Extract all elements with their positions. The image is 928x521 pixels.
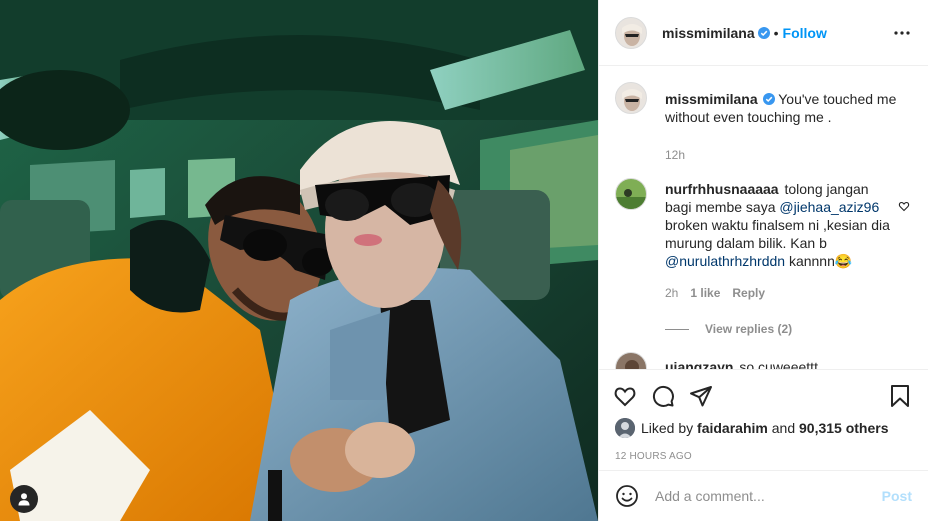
share-button[interactable] — [689, 376, 729, 416]
comment-like-icon[interactable] — [898, 200, 910, 212]
caption-time[interactable]: 12h — [665, 146, 685, 164]
user-tag-icon — [18, 493, 30, 506]
comment-button[interactable] — [651, 376, 691, 416]
follow-button[interactable]: Follow — [783, 25, 827, 41]
liker-avatar[interactable] — [615, 418, 635, 438]
post-header: missmimilana • Follow — [599, 0, 928, 66]
likes-middle: and — [771, 420, 796, 436]
avatar-image — [616, 179, 646, 209]
comment-input[interactable] — [655, 488, 882, 504]
comment-text: kannnn😂 — [788, 253, 853, 269]
commenter-username[interactable]: nurfrhhusnaaaaa — [665, 181, 779, 197]
user-tag-button[interactable] — [10, 485, 38, 513]
selfie-image — [0, 0, 598, 521]
post-photo[interactable] — [0, 0, 598, 521]
more-options-icon — [894, 30, 910, 35]
comment-item: nurfrhhusnaaaaa tolong jangan bagi membe… — [615, 164, 912, 302]
avatar-image — [616, 83, 646, 113]
emoji-icon[interactable] — [615, 484, 639, 508]
comment-item: uiangzayn so cuweeettt — [615, 336, 912, 369]
post-actions-section: Liked by faidarahim and 90,315 others 12… — [599, 369, 928, 470]
view-replies-label: View replies (2) — [705, 322, 793, 336]
mention-link[interactable]: @nurulathrhzhrddn — [665, 253, 785, 269]
more-options-button[interactable] — [890, 21, 914, 45]
comment-text: broken waktu finalsem ni ,kesian dia mur… — [665, 217, 890, 251]
post-timestamp[interactable]: 12 HOURS AGO — [615, 451, 912, 462]
commenter-avatar[interactable] — [615, 178, 647, 210]
avatar-image — [616, 17, 646, 48]
separator-dot: • — [773, 24, 779, 41]
verified-badge-icon — [762, 93, 775, 105]
save-button[interactable] — [888, 384, 912, 408]
comment-icon — [652, 385, 674, 407]
replies-divider — [665, 328, 689, 330]
add-comment-bar: Post — [599, 470, 928, 521]
comments-list[interactable]: missmimilana You've touched me without e… — [599, 66, 928, 369]
caption-username[interactable]: missmimilana — [665, 91, 758, 107]
likes-count[interactable]: 90,315 others — [799, 420, 889, 436]
comment-time[interactable]: 2h — [665, 284, 678, 302]
heart-icon — [614, 387, 636, 407]
caption: missmimilana You've touched me without e… — [615, 66, 912, 164]
commenter-username[interactable]: uiangzayn — [665, 359, 733, 369]
caption-avatar[interactable] — [615, 82, 647, 114]
author-avatar[interactable] — [615, 16, 647, 49]
likes-summary: Liked by faidarahim and 90,315 others — [615, 418, 912, 438]
bookmark-icon — [891, 385, 909, 407]
verified-badge-icon — [757, 26, 770, 39]
paper-plane-icon — [690, 386, 712, 407]
liker-username[interactable]: faidarahim — [697, 420, 768, 436]
commenter-avatar[interactable] — [615, 352, 647, 369]
avatar-image — [615, 418, 635, 438]
comment-likes[interactable]: 1 like — [690, 284, 720, 302]
post-comment-button[interactable]: Post — [882, 488, 912, 504]
likes-prefix: Liked by — [641, 420, 694, 436]
reply-button[interactable]: Reply — [732, 284, 765, 302]
comment-text: so cuweeettt — [739, 359, 818, 369]
action-bar — [613, 370, 912, 418]
author-username[interactable]: missmimilana — [662, 25, 755, 41]
post-side-panel: missmimilana • Follow missmimilana You'v… — [598, 0, 928, 521]
like-button[interactable] — [613, 376, 653, 416]
mention-link[interactable]: @jiehaa_aziz96 — [779, 199, 879, 215]
view-replies-button[interactable]: View replies (2) — [665, 322, 912, 336]
avatar-image — [616, 353, 646, 369]
